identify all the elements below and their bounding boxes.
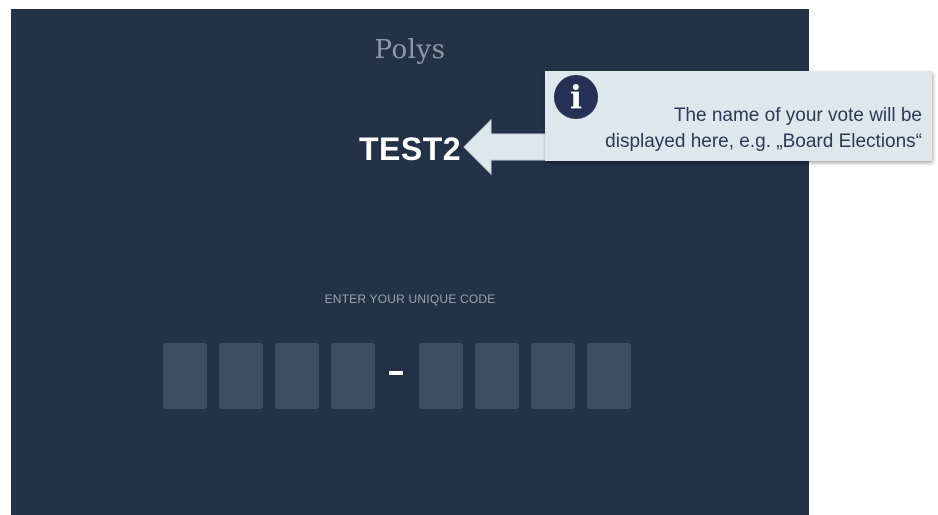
code-digit-2[interactable] <box>219 343 263 409</box>
code-digit-5[interactable] <box>419 343 463 409</box>
callout-text: The name of your vote will be displayed … <box>552 103 922 155</box>
code-digit-1[interactable] <box>163 343 207 409</box>
screenshot-stage: Polys TEST2 ENTER YOUR UNIQUE CODE i The… <box>0 0 938 515</box>
info-callout: i The name of your vote will be displaye… <box>545 71 932 161</box>
code-digit-4[interactable] <box>331 343 375 409</box>
code-entry-label: ENTER YOUR UNIQUE CODE <box>324 292 496 306</box>
code-digit-8[interactable] <box>587 343 631 409</box>
polys-logo: Polys <box>374 35 446 65</box>
callout-line-2: displayed here, e.g. „Board Elections“ <box>605 131 922 152</box>
code-digit-6[interactable] <box>475 343 519 409</box>
code-digit-3[interactable] <box>275 343 319 409</box>
callout-line-1: The name of your vote will be <box>673 105 922 126</box>
code-digit-7[interactable] <box>531 343 575 409</box>
code-separator <box>389 371 403 375</box>
callout-arrow-icon <box>463 118 558 176</box>
